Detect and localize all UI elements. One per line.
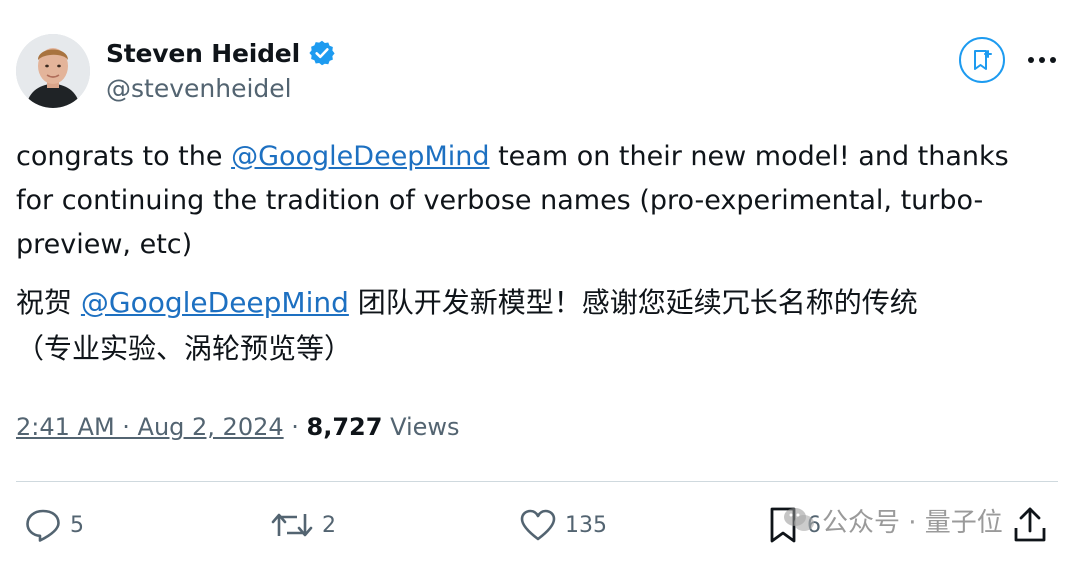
reply-icon <box>26 509 60 542</box>
like-button[interactable]: 135 <box>519 506 607 544</box>
repost-icon <box>271 513 313 537</box>
more-horizontal-icon <box>1028 57 1056 63</box>
tweet-text-segment: congrats to the <box>16 141 232 172</box>
avatar[interactable] <box>16 34 90 108</box>
tweet-line: （专业实验、涡轮预览等） <box>16 332 353 365</box>
share-icon <box>1014 507 1046 542</box>
watermark: 公众号 · 量子位 <box>782 500 1003 540</box>
author-handle[interactable]: @stevenheidel <box>106 74 292 103</box>
avatar-image <box>16 34 90 108</box>
author-name-row: Steven Heidel <box>106 36 336 70</box>
tweet-text-segment: 团队开发新模型！感谢您延续冗长名称的传统 <box>348 286 918 319</box>
heart-icon <box>520 509 556 541</box>
tweet-text-english: congrats to the @GoogleDeepMind team on … <box>16 135 1066 267</box>
divider <box>16 481 1058 482</box>
tweet-line: for continuing the tradition of verbose … <box>16 185 984 216</box>
more-options-button[interactable] <box>1022 44 1062 76</box>
mention-link[interactable]: @GoogleDeepMind <box>231 141 489 172</box>
mention-link[interactable]: @GoogleDeepMind <box>81 286 349 319</box>
share-button[interactable] <box>1012 506 1048 544</box>
bookmark-plus-icon <box>974 50 992 70</box>
timestamp-link[interactable]: 2:41 AM · Aug 2, 2024 <box>16 413 284 441</box>
views-label: Views <box>390 413 460 441</box>
reply-button[interactable]: 5 <box>24 506 84 544</box>
author-display-name[interactable]: Steven Heidel <box>106 39 300 68</box>
tweet-line: preview, etc) <box>16 229 193 260</box>
tweet-text-chinese: 祝贺 @GoogleDeepMind 团队开发新模型！感谢您延续冗长名称的传统 … <box>16 280 1066 372</box>
watermark-text: 公众号 · 量子位 <box>822 507 1003 538</box>
tweet-line: 祝贺 @GoogleDeepMind 团队开发新模型！感谢您延续冗长名称的传统 <box>16 280 1066 326</box>
verified-badge-icon[interactable] <box>308 39 336 67</box>
save-bookmark-button[interactable] <box>959 37 1005 83</box>
meta-separator: · <box>283 413 307 441</box>
views-count: 8,727 <box>306 413 383 441</box>
tweet-text-segment: 祝贺 <box>16 286 81 319</box>
tweet-text-segment: team on their new model! and thanks <box>489 141 1009 172</box>
reply-count: 5 <box>70 512 84 538</box>
tweet-meta: 2:41 AM · Aug 2, 2024 · 8,727 Views <box>16 413 460 441</box>
repost-count: 2 <box>322 512 336 538</box>
like-count: 135 <box>565 512 607 538</box>
tweet-line: congrats to the @GoogleDeepMind team on … <box>16 135 1066 179</box>
wechat-icon <box>784 508 814 531</box>
repost-button[interactable]: 2 <box>270 506 336 544</box>
